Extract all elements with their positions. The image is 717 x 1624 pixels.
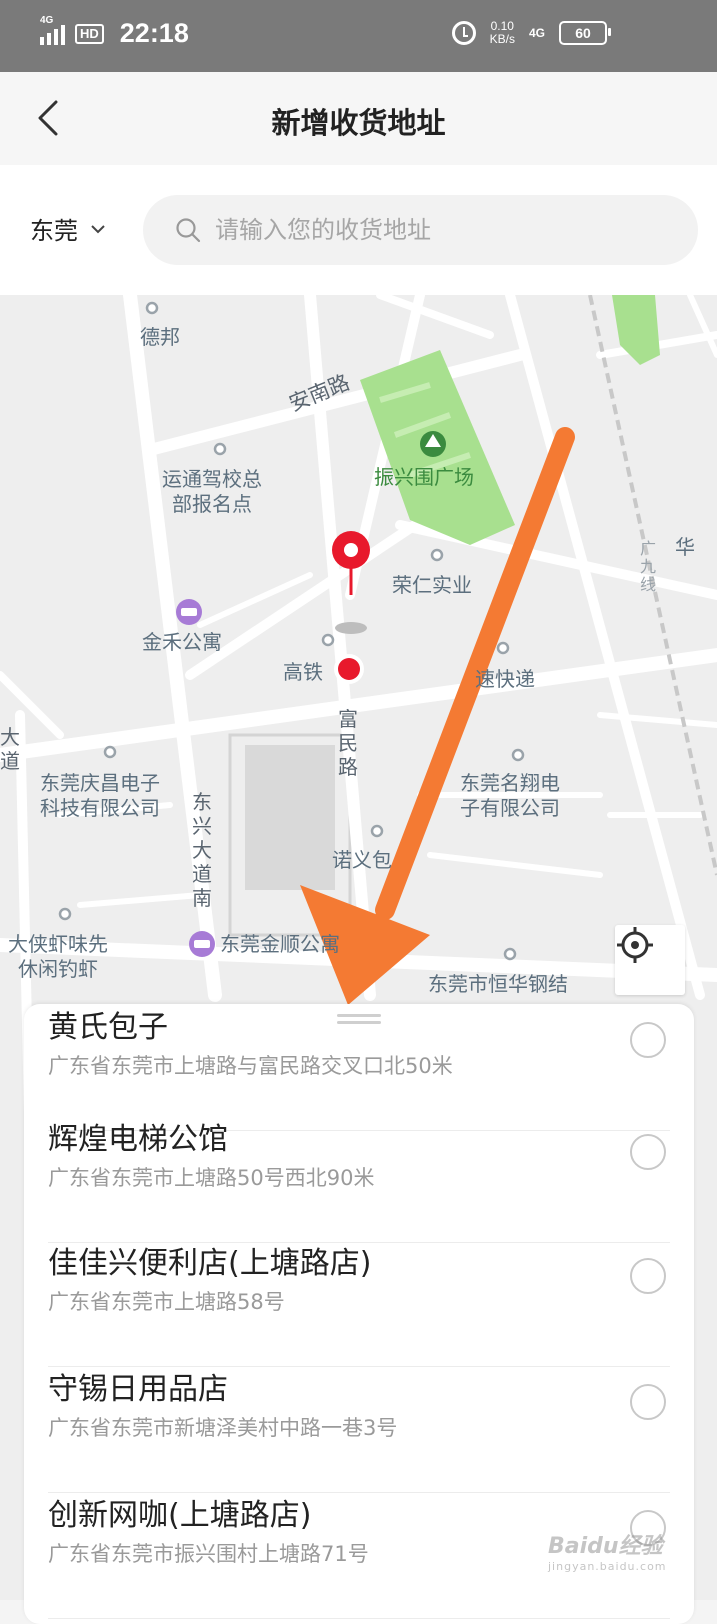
place-name: 守锡日用品店 — [48, 1372, 228, 1407]
crosshair-icon — [617, 927, 653, 963]
map-label-steel: 东莞市恒华钢结 — [428, 972, 568, 996]
watermark-brand: Baidu经验 — [548, 1534, 663, 1559]
building-block — [245, 745, 335, 890]
city-label: 东莞 — [30, 217, 78, 245]
select-radio[interactable] — [630, 1258, 666, 1294]
map-label-hua: 华 — [675, 535, 695, 559]
status-time: 22:18 — [119, 18, 189, 48]
place-name: 佳佳兴便利店(上塘路店) — [48, 1246, 372, 1281]
alarm-icon — [451, 21, 476, 45]
select-radio[interactable] — [630, 1022, 666, 1058]
map-label-yuntong: 运通驾校总 部报名点 — [162, 467, 262, 516]
network-type-2: 4G — [528, 26, 545, 40]
search-row: 东莞 — [0, 165, 717, 295]
place-address: 广东省东莞市上塘路与富民路交叉口北50米 — [48, 1054, 453, 1078]
speed-unit: KB/s — [489, 32, 515, 46]
map-label-gaotie: 高铁 — [283, 660, 323, 684]
map-label-nuoyi: 诺义包 — [332, 848, 392, 872]
place-address: 广东省东莞市上塘路50号西北90米 — [48, 1166, 375, 1190]
list-item[interactable]: 黄氏包子 广东省东莞市上塘路与富民路交叉口北50米 — [48, 1004, 670, 1131]
baidu-watermark: Baidu经验 jingyan.baidu.com — [548, 1528, 667, 1573]
map-label-debang: 德邦 — [140, 325, 180, 349]
place-name: 辉煌电梯公馆 — [48, 1122, 228, 1157]
map-label-mingxiang: 东莞名翔电 子有限公司 — [460, 771, 560, 820]
map-label-qingchang: 东莞庆昌电子 科技有限公司 — [40, 771, 160, 820]
place-address: 广东省东莞市新塘泽美村中路一巷3号 — [48, 1416, 398, 1440]
hd-voice-icon: HD — [75, 23, 104, 44]
watermark-url: jingyan.baidu.com — [548, 1560, 667, 1573]
list-item[interactable]: 辉煌电梯公馆 广东省东莞市上塘路50号西北90米 — [48, 1114, 670, 1243]
map-label-rongren: 荣仁实业 — [392, 573, 472, 597]
place-name: 黄氏包子 — [48, 1010, 168, 1045]
map-label-fumin-road: 富 民 路 — [338, 707, 358, 779]
place-address: 广东省东莞市振兴围村上塘路71号 — [48, 1542, 369, 1566]
city-selector[interactable]: 东莞 — [30, 211, 106, 246]
battery-level: 60 — [575, 25, 591, 41]
signal-icon: 4G — [40, 15, 65, 45]
map-label-zhenxingwei: 振兴围广场 — [374, 465, 474, 489]
search-box[interactable] — [143, 195, 698, 265]
nav-bar: 新增收货地址 — [0, 72, 717, 165]
map-label-dongxing-ave-left: 大 道 — [0, 725, 20, 773]
list-item[interactable]: 守锡日用品店 广东省东莞市新塘泽美村中路一巷3号 — [48, 1364, 670, 1493]
map-label-jinhe: 金禾公寓 — [142, 630, 222, 654]
map-label-guangjiu-line: 广 九 线 — [640, 539, 657, 594]
search-icon — [176, 218, 201, 243]
page-title: 新增收货地址 — [271, 106, 446, 140]
chevron-down-icon — [91, 224, 105, 233]
map-label-dongxing-ave: 东 兴 大 道 南 — [192, 790, 212, 910]
select-radio[interactable] — [630, 1384, 666, 1420]
battery-icon: 60 — [559, 21, 611, 45]
search-input[interactable] — [213, 215, 637, 245]
status-bar: 4G HD 22:18 0.10 KB/s 4G 60 — [0, 0, 717, 72]
map-label-jinshun: 东莞金顺公寓 — [220, 932, 340, 956]
map-label-express: 速快递 — [475, 667, 535, 691]
network-speed: 0.10 KB/s — [490, 20, 515, 46]
select-radio[interactable] — [630, 1134, 666, 1170]
place-name: 创新网咖(上塘路店) — [48, 1498, 312, 1533]
network-type-label: 4G — [40, 14, 54, 26]
locate-me-button[interactable] — [615, 925, 685, 995]
place-address: 广东省东莞市上塘路58号 — [48, 1290, 285, 1314]
list-item[interactable]: 佳佳兴便利店(上塘路店) 广东省东莞市上塘路58号 — [48, 1238, 670, 1367]
map-label-daxia: 大侠虾味先 休闲钓虾 — [8, 932, 108, 981]
